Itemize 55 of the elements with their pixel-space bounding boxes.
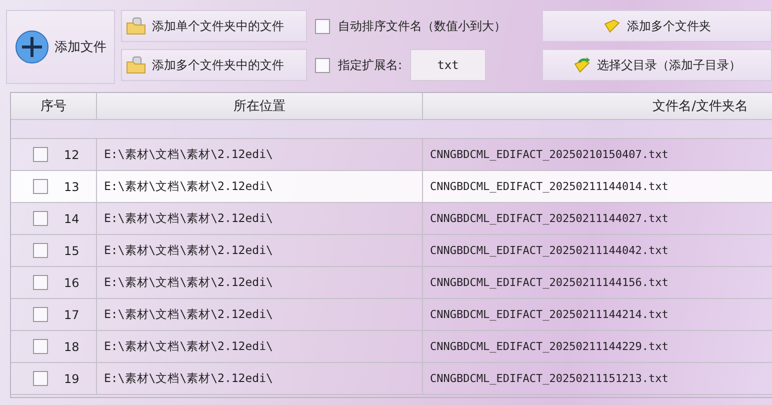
row-number: 19 [64, 372, 80, 386]
table-cell: E:\素材\文档\素材\2.12edi\ [97, 203, 423, 235]
table-cell: E:\素材\文档\素材\2.12edi\ [97, 267, 423, 299]
folder-icon [126, 56, 146, 74]
table-row[interactable]: 15 [11, 235, 97, 267]
table-cell: CNNGBDCML_EDIFACT_20250211144156.txt [423, 267, 772, 299]
table-cell: CNNGBDCML_EDIFACT_20250211144014.txt [423, 171, 772, 203]
row-checkbox[interactable] [33, 243, 48, 258]
extension-field[interactable]: txt [410, 49, 486, 81]
table-cell: E:\素材\文档\素材\2.12edi\ [97, 235, 423, 267]
table-row[interactable]: 14 [11, 203, 97, 235]
row-checkbox[interactable] [33, 307, 48, 322]
row-checkbox[interactable] [33, 147, 48, 162]
folder-icon [603, 18, 621, 34]
column-header[interactable]: 序号 [11, 93, 97, 120]
table-cell: CNNGBDCML_EDIFACT_20250211144042.txt [423, 235, 772, 267]
table-cell: CNNGBDCML_EDIFACT_20250211144027.txt [423, 203, 772, 235]
table-row[interactable]: 17 [11, 299, 97, 331]
column-header[interactable]: 所在位置 [97, 93, 423, 120]
table-row[interactable]: 16 [11, 267, 97, 299]
add-folders-button[interactable]: 添加多个文件夹 [542, 10, 772, 42]
table-cell: CNNGBDCML_EDIFACT_20250211151213.txt [423, 363, 772, 395]
row-number: 18 [64, 340, 80, 354]
table-cell: E:\素材\文档\素材\2.12edi\ [97, 299, 423, 331]
table-row[interactable]: 13 [11, 171, 97, 203]
column-header[interactable]: 文件名/文件夹名 [423, 93, 772, 120]
row-checkbox[interactable] [33, 371, 48, 386]
row-number: 13 [64, 180, 80, 194]
add-file-button[interactable]: 添加文件 [6, 10, 115, 84]
table-row[interactable]: 19 [11, 363, 97, 395]
checkbox[interactable] [315, 58, 330, 72]
add-folder-files-button[interactable]: 添加多个文件夹中的文件 [121, 49, 307, 81]
row-number: 12 [64, 148, 80, 162]
row-number: 17 [64, 308, 80, 322]
row-checkbox[interactable] [33, 211, 48, 226]
row-checkbox[interactable] [33, 339, 48, 354]
row-checkbox[interactable] [33, 275, 48, 290]
table-cell: E:\素材\文档\素材\2.12edi\ [97, 363, 423, 395]
add-folder-files-button[interactable]: 添加单个文件夹中的文件 [121, 10, 307, 42]
row-number: 15 [64, 244, 80, 258]
table-row[interactable]: 18 [11, 331, 97, 363]
checkbox-label: 指定扩展名: [338, 56, 402, 74]
row-number: 14 [64, 212, 80, 226]
row-checkbox[interactable] [33, 179, 48, 194]
folder-arrow-icon [573, 56, 591, 74]
table-cell: CNNGBDCML_EDIFACT_20250211144229.txt [423, 331, 772, 363]
select-parent-button[interactable]: 选择父目录（添加子目录） [542, 49, 772, 81]
checkbox[interactable] [315, 18, 330, 34]
table-cell: E:\素材\文档\素材\2.12edi\ [97, 171, 423, 203]
plus-icon [14, 30, 48, 64]
row-number: 16 [64, 276, 80, 290]
folder-icon [126, 17, 146, 35]
table-cell: CNNGBDCML_EDIFACT_20250211144214.txt [423, 299, 772, 331]
table-cell: E:\素材\文档\素材\2.12edi\ [97, 331, 423, 363]
checkbox-label: 自动排序文件名（数值小到大） [338, 18, 506, 34]
